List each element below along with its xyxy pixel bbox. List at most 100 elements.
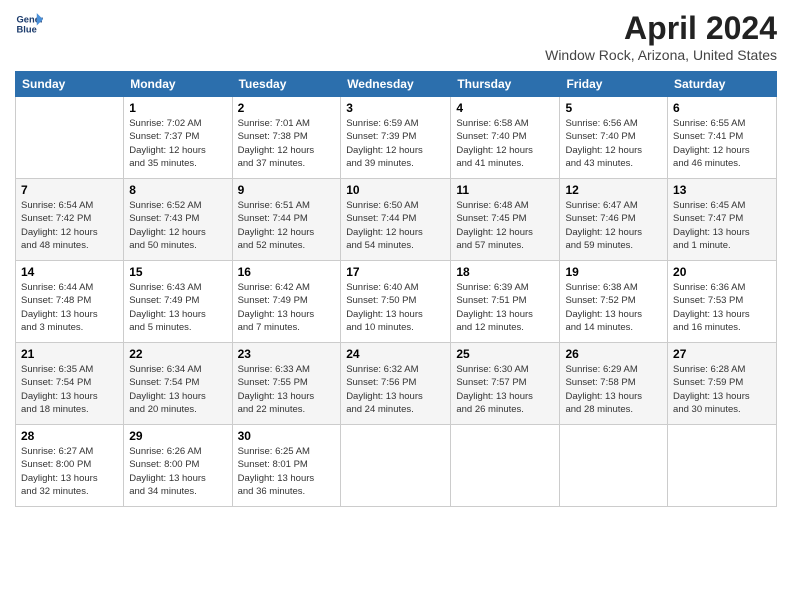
- day-header-monday: Monday: [124, 72, 232, 97]
- day-header-sunday: Sunday: [16, 72, 124, 97]
- day-cell: 24Sunrise: 6:32 AM Sunset: 7:56 PM Dayli…: [341, 343, 451, 425]
- day-info: Sunrise: 6:32 AM Sunset: 7:56 PM Dayligh…: [346, 363, 445, 416]
- day-number: 6: [673, 101, 771, 115]
- day-number: 16: [238, 265, 336, 279]
- day-number: 7: [21, 183, 118, 197]
- day-cell: 29 Sunrise: 6:26 AM Sunset: 8:00 PM Dayli…: [124, 425, 232, 507]
- logo: General Blue: [15, 10, 43, 38]
- day-info: Sunrise: 6:27 AM Sunset: 8:00 PM Dayligh…: [21, 445, 118, 498]
- day-info: Sunrise: 6:30 AM Sunset: 7:57 PM Dayligh…: [456, 363, 554, 416]
- day-cell: 6 Sunrise: 6:55 AM Sunset: 7:41 PM Daylig…: [668, 97, 777, 179]
- day-cell: 27 Sunrise: 6:28 AM Sunset: 7:59 PM Dayli…: [668, 343, 777, 425]
- day-number: 9: [238, 183, 336, 197]
- day-cell: 5Sunrise: 6:56 AM Sunset: 7:40 PM Daylig…: [560, 97, 668, 179]
- svg-text:Blue: Blue: [17, 25, 37, 35]
- day-number: 30: [238, 429, 336, 443]
- calendar-table: SundayMondayTuesdayWednesdayThursdayFrid…: [15, 71, 777, 507]
- day-number: 4: [456, 101, 554, 115]
- day-cell: 22 Sunrise: 6:34 AM Sunset: 7:54 PM Dayli…: [124, 343, 232, 425]
- day-info: Sunrise: 6:59 AM Sunset: 7:39 PM Dayligh…: [346, 117, 445, 170]
- day-cell: [16, 97, 124, 179]
- day-cell: [668, 425, 777, 507]
- day-number: 18: [456, 265, 554, 279]
- day-number: 13: [673, 183, 771, 197]
- day-cell: 14 Sunrise: 6:44 AM Sunset: 7:48 PM Dayli…: [16, 261, 124, 343]
- day-number: 19: [565, 265, 662, 279]
- day-info: Sunrise: 6:28 AM Sunset: 7:59 PM Dayligh…: [673, 363, 771, 416]
- day-info: Sunrise: 6:58 AM Sunset: 7:40 PM Dayligh…: [456, 117, 554, 170]
- day-cell: 15 Sunrise: 6:43 AM Sunset: 7:49 PM Dayli…: [124, 261, 232, 343]
- week-row-4: 28 Sunrise: 6:27 AM Sunset: 8:00 PM Dayli…: [16, 425, 777, 507]
- day-info: Sunrise: 6:43 AM Sunset: 7:49 PM Dayligh…: [129, 281, 226, 334]
- day-number: 21: [21, 347, 118, 361]
- day-header-thursday: Thursday: [451, 72, 560, 97]
- day-cell: 10Sunrise: 6:50 AM Sunset: 7:44 PM Dayli…: [341, 179, 451, 261]
- day-number: 25: [456, 347, 554, 361]
- day-cell: 17Sunrise: 6:40 AM Sunset: 7:50 PM Dayli…: [341, 261, 451, 343]
- day-number: 2: [238, 101, 336, 115]
- day-cell: [451, 425, 560, 507]
- day-info: Sunrise: 6:25 AM Sunset: 8:01 PM Dayligh…: [238, 445, 336, 498]
- day-cell: 4 Sunrise: 6:58 AM Sunset: 7:40 PM Daylig…: [451, 97, 560, 179]
- day-header-wednesday: Wednesday: [341, 72, 451, 97]
- day-number: 26: [565, 347, 662, 361]
- day-info: Sunrise: 6:42 AM Sunset: 7:49 PM Dayligh…: [238, 281, 336, 334]
- day-number: 14: [21, 265, 118, 279]
- day-info: Sunrise: 6:47 AM Sunset: 7:46 PM Dayligh…: [565, 199, 662, 252]
- day-number: 22: [129, 347, 226, 361]
- day-header-tuesday: Tuesday: [232, 72, 341, 97]
- header-area: General Blue April 2024 Window Rock, Ari…: [15, 10, 777, 63]
- week-row-2: 14 Sunrise: 6:44 AM Sunset: 7:48 PM Dayli…: [16, 261, 777, 343]
- week-row-3: 21Sunrise: 6:35 AM Sunset: 7:54 PM Dayli…: [16, 343, 777, 425]
- day-info: Sunrise: 6:34 AM Sunset: 7:54 PM Dayligh…: [129, 363, 226, 416]
- day-cell: [560, 425, 668, 507]
- day-cell: 23 Sunrise: 6:33 AM Sunset: 7:55 PM Dayli…: [232, 343, 341, 425]
- day-cell: 19 Sunrise: 6:38 AM Sunset: 7:52 PM Dayli…: [560, 261, 668, 343]
- day-number: 28: [21, 429, 118, 443]
- day-cell: 21Sunrise: 6:35 AM Sunset: 7:54 PM Dayli…: [16, 343, 124, 425]
- day-info: Sunrise: 6:44 AM Sunset: 7:48 PM Dayligh…: [21, 281, 118, 334]
- day-number: 12: [565, 183, 662, 197]
- day-cell: 28 Sunrise: 6:27 AM Sunset: 8:00 PM Dayli…: [16, 425, 124, 507]
- header-row: SundayMondayTuesdayWednesdayThursdayFrid…: [16, 72, 777, 97]
- calendar-container: General Blue April 2024 Window Rock, Ari…: [0, 0, 792, 517]
- day-info: Sunrise: 7:01 AM Sunset: 7:38 PM Dayligh…: [238, 117, 336, 170]
- day-info: Sunrise: 6:40 AM Sunset: 7:50 PM Dayligh…: [346, 281, 445, 334]
- day-info: Sunrise: 6:26 AM Sunset: 8:00 PM Dayligh…: [129, 445, 226, 498]
- day-cell: 30 Sunrise: 6:25 AM Sunset: 8:01 PM Dayli…: [232, 425, 341, 507]
- day-cell: 26 Sunrise: 6:29 AM Sunset: 7:58 PM Dayli…: [560, 343, 668, 425]
- logo-icon: General Blue: [15, 10, 43, 38]
- day-number: 27: [673, 347, 771, 361]
- calendar-subtitle: Window Rock, Arizona, United States: [545, 47, 777, 63]
- day-cell: 16 Sunrise: 6:42 AM Sunset: 7:49 PM Dayli…: [232, 261, 341, 343]
- week-row-1: 7Sunrise: 6:54 AM Sunset: 7:42 PM Daylig…: [16, 179, 777, 261]
- day-number: 29: [129, 429, 226, 443]
- calendar-title: April 2024: [545, 10, 777, 47]
- day-cell: 13Sunrise: 6:45 AM Sunset: 7:47 PM Dayli…: [668, 179, 777, 261]
- day-info: Sunrise: 6:39 AM Sunset: 7:51 PM Dayligh…: [456, 281, 554, 334]
- day-info: Sunrise: 6:36 AM Sunset: 7:53 PM Dayligh…: [673, 281, 771, 334]
- day-number: 11: [456, 183, 554, 197]
- day-info: Sunrise: 6:33 AM Sunset: 7:55 PM Dayligh…: [238, 363, 336, 416]
- day-cell: 3 Sunrise: 6:59 AM Sunset: 7:39 PM Daylig…: [341, 97, 451, 179]
- day-info: Sunrise: 6:29 AM Sunset: 7:58 PM Dayligh…: [565, 363, 662, 416]
- day-number: 8: [129, 183, 226, 197]
- title-area: April 2024 Window Rock, Arizona, United …: [545, 10, 777, 63]
- day-info: Sunrise: 6:55 AM Sunset: 7:41 PM Dayligh…: [673, 117, 771, 170]
- day-cell: 25 Sunrise: 6:30 AM Sunset: 7:57 PM Dayli…: [451, 343, 560, 425]
- day-number: 15: [129, 265, 226, 279]
- day-info: Sunrise: 6:48 AM Sunset: 7:45 PM Dayligh…: [456, 199, 554, 252]
- day-number: 10: [346, 183, 445, 197]
- day-cell: [341, 425, 451, 507]
- day-cell: 20Sunrise: 6:36 AM Sunset: 7:53 PM Dayli…: [668, 261, 777, 343]
- day-number: 3: [346, 101, 445, 115]
- day-cell: 8 Sunrise: 6:52 AM Sunset: 7:43 PM Daylig…: [124, 179, 232, 261]
- day-cell: 2 Sunrise: 7:01 AM Sunset: 7:38 PM Daylig…: [232, 97, 341, 179]
- day-number: 23: [238, 347, 336, 361]
- week-row-0: 1Sunrise: 7:02 AM Sunset: 7:37 PM Daylig…: [16, 97, 777, 179]
- day-header-saturday: Saturday: [668, 72, 777, 97]
- day-info: Sunrise: 6:56 AM Sunset: 7:40 PM Dayligh…: [565, 117, 662, 170]
- day-info: Sunrise: 6:38 AM Sunset: 7:52 PM Dayligh…: [565, 281, 662, 334]
- day-info: Sunrise: 6:52 AM Sunset: 7:43 PM Dayligh…: [129, 199, 226, 252]
- day-cell: 18 Sunrise: 6:39 AM Sunset: 7:51 PM Dayli…: [451, 261, 560, 343]
